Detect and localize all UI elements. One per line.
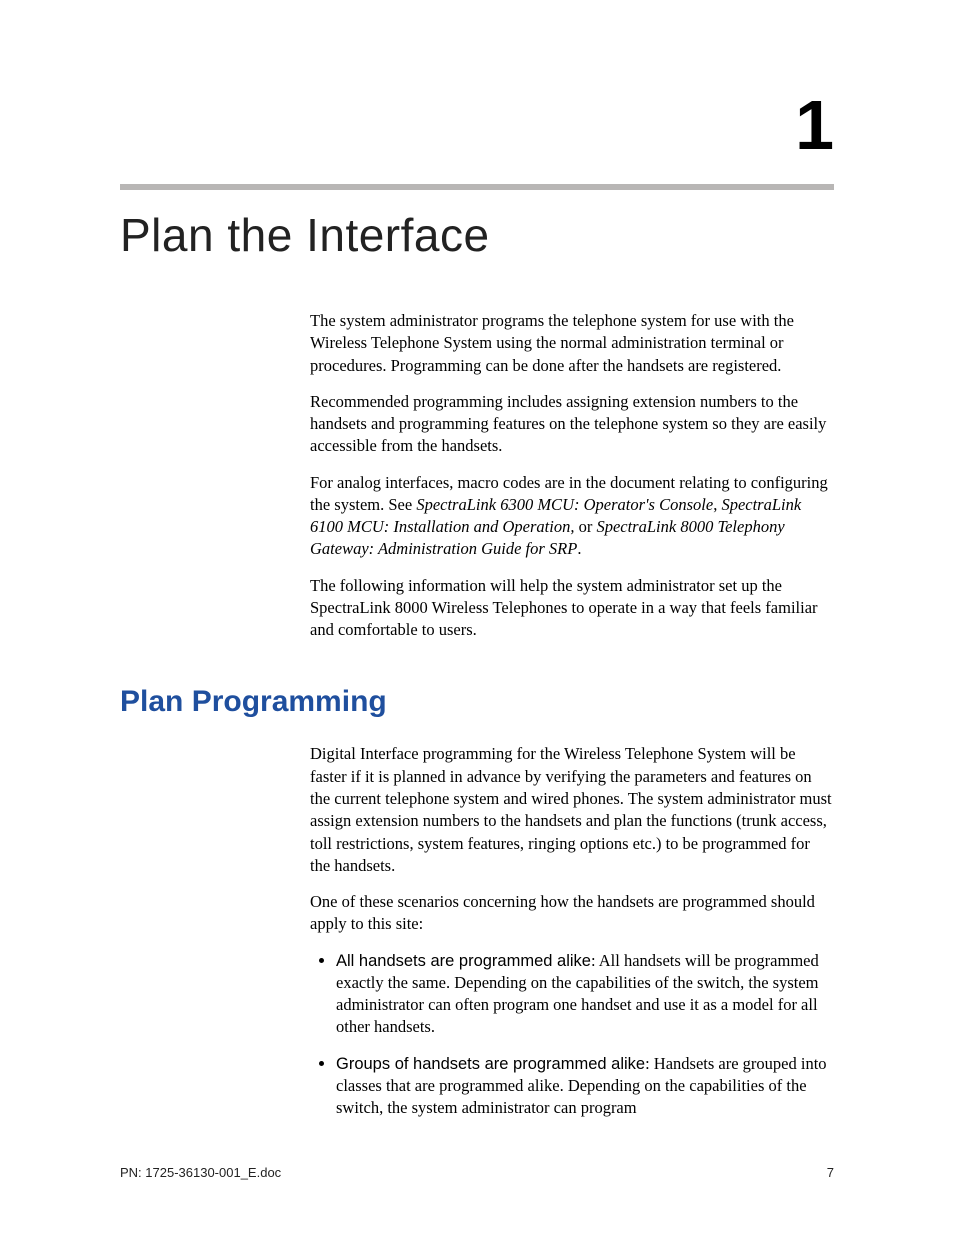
page: 1 Plan the Interface The system administ…	[0, 0, 954, 1235]
intro-block: The system administrator programs the te…	[310, 310, 834, 641]
doc-ref-italic: SpectraLink 6300 MCU: Operator's Console	[416, 495, 713, 514]
footer-docid: PN: 1725-36130-001_E.doc	[120, 1165, 281, 1180]
section-paragraph-2: One of these scenarios concerning how th…	[310, 891, 834, 936]
bullet-list: All handsets are programmed alike: All h…	[310, 950, 834, 1120]
list-item: Groups of handsets are programmed alike:…	[336, 1053, 834, 1120]
text-run: or	[574, 517, 596, 536]
section-paragraph-1: Digital Interface programming for the Wi…	[310, 743, 834, 877]
page-footer: PN: 1725-36130-001_E.doc 7	[120, 1165, 834, 1180]
intro-paragraph-3: For analog interfaces, macro codes are i…	[310, 472, 834, 561]
intro-paragraph-2: Recommended programming includes assigni…	[310, 391, 834, 458]
bullet-lead: All handsets are programmed alike	[336, 952, 591, 970]
text-run: .	[577, 539, 581, 558]
chapter-title: Plan the Interface	[120, 208, 834, 262]
divider-rule	[120, 184, 834, 190]
bullet-lead: Groups of handsets are programmed alike	[336, 1055, 645, 1073]
footer-page-number: 7	[827, 1165, 834, 1180]
list-item: All handsets are programmed alike: All h…	[336, 950, 834, 1039]
section-block: Digital Interface programming for the Wi…	[310, 743, 834, 1119]
chapter-number: 1	[120, 90, 834, 160]
intro-paragraph-4: The following information will help the …	[310, 575, 834, 642]
section-heading: Plan Programming	[120, 685, 834, 719]
intro-paragraph-1: The system administrator programs the te…	[310, 310, 834, 377]
